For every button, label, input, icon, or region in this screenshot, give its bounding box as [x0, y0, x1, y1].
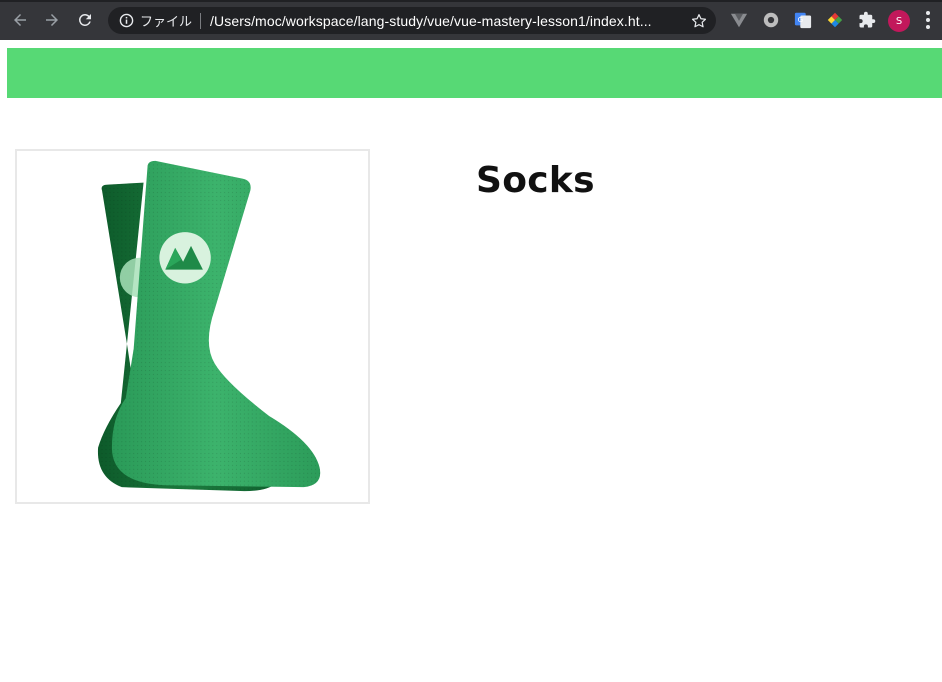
reload-icon: [78, 13, 91, 26]
page-content: Socks: [0, 40, 942, 682]
browser-toolbar: ファイル /Users/moc/workspace/lang-study/vue…: [0, 0, 942, 40]
forward-button[interactable]: [40, 8, 64, 32]
extension-circle-icon[interactable]: [761, 10, 781, 30]
tab-strip-edge: [0, 0, 942, 2]
star-icon[interactable]: [689, 11, 708, 30]
google-translate-icon[interactable]: G: [793, 10, 813, 30]
arrow-right-icon: [46, 14, 58, 26]
product-image: [15, 149, 370, 504]
puzzle-icon[interactable]: [857, 10, 877, 30]
profile-avatar[interactable]: S: [888, 10, 910, 32]
arrow-left-icon: [14, 14, 26, 26]
vue-devtools-icon[interactable]: [729, 10, 749, 30]
product-title: Socks: [476, 160, 595, 201]
info-icon[interactable]: [118, 13, 134, 29]
svg-text:G: G: [798, 15, 804, 24]
color-picker-icon[interactable]: [825, 10, 845, 30]
nav-bar: [7, 48, 942, 98]
url-text[interactable]: /Users/moc/workspace/lang-study/vue/vue-…: [210, 13, 652, 29]
address-bar[interactable]: ファイル /Users/moc/workspace/lang-study/vue…: [108, 7, 716, 34]
site-scheme-label[interactable]: ファイル: [140, 11, 192, 30]
back-button[interactable]: [8, 8, 32, 32]
socks-image: [97, 160, 321, 492]
menu-kebab-icon[interactable]: [922, 10, 934, 30]
reload-button[interactable]: [73, 8, 97, 32]
address-separator: [200, 12, 202, 29]
